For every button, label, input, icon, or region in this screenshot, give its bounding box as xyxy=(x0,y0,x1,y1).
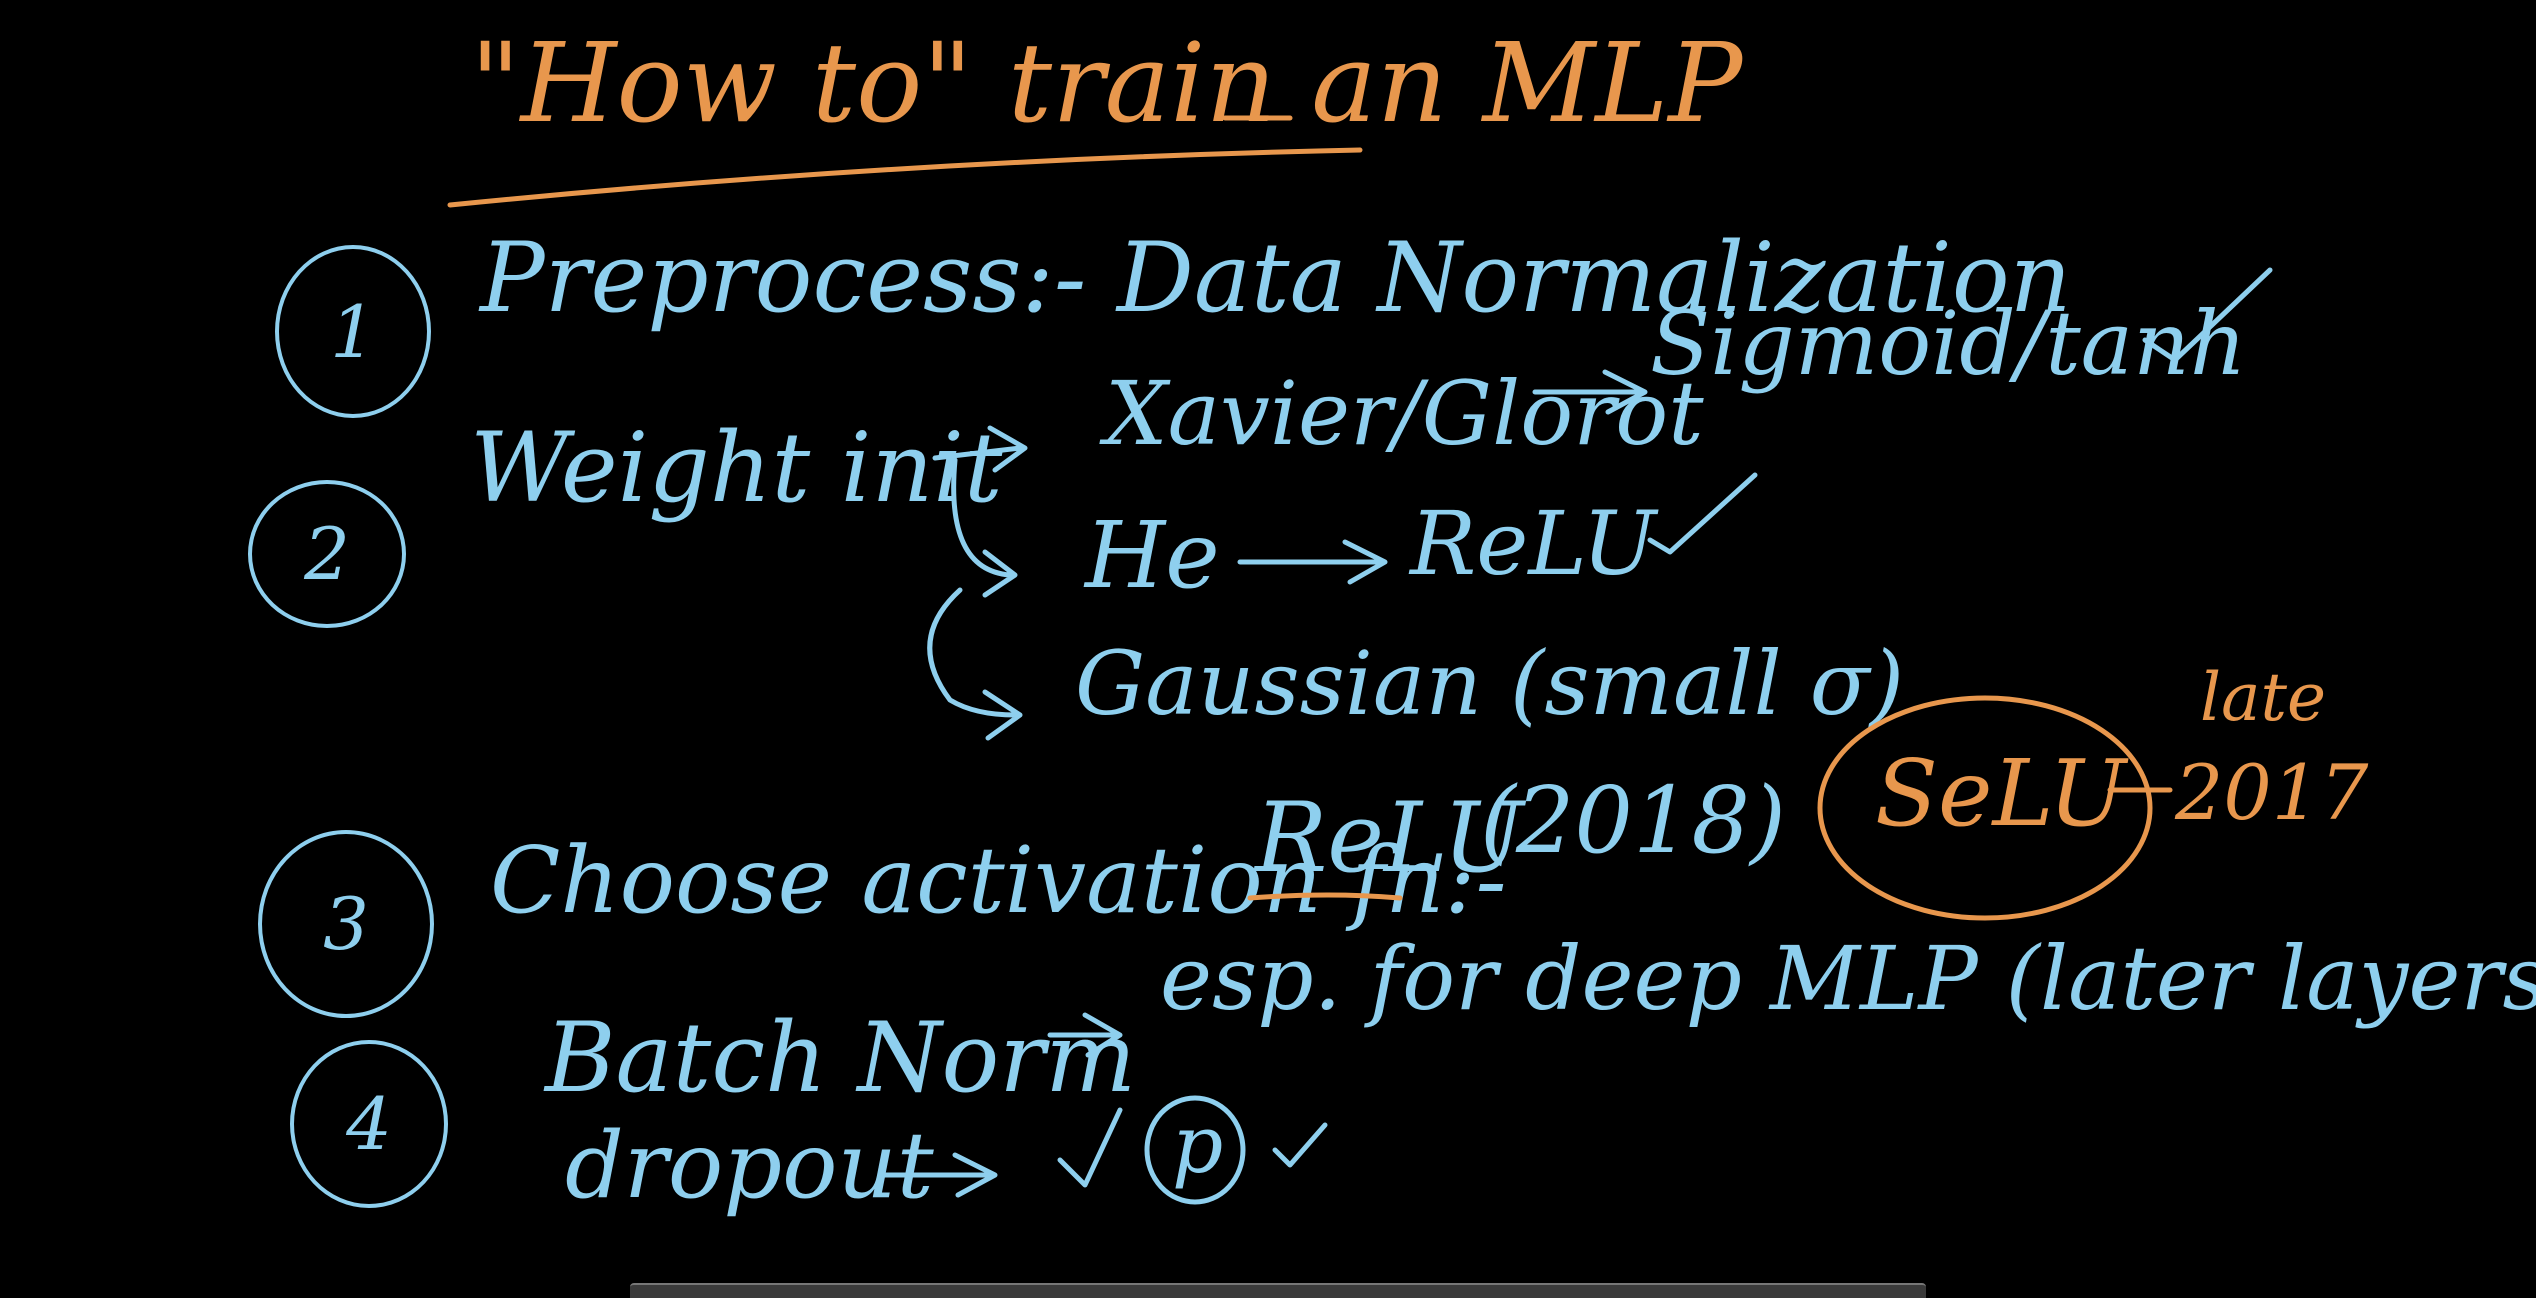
arrow-right-icon xyxy=(877,1152,998,1198)
dropout-param: p xyxy=(1172,1098,1224,1191)
whiteboard: "How to" train an MLP 1 Preprocess:- Dat… xyxy=(0,0,2536,1298)
checkmark-icon xyxy=(1057,1107,1123,1188)
step-4-marks xyxy=(877,1012,1328,1205)
arrow-right-icon xyxy=(1047,1012,1123,1058)
checkmark-icon xyxy=(1272,1122,1328,1168)
